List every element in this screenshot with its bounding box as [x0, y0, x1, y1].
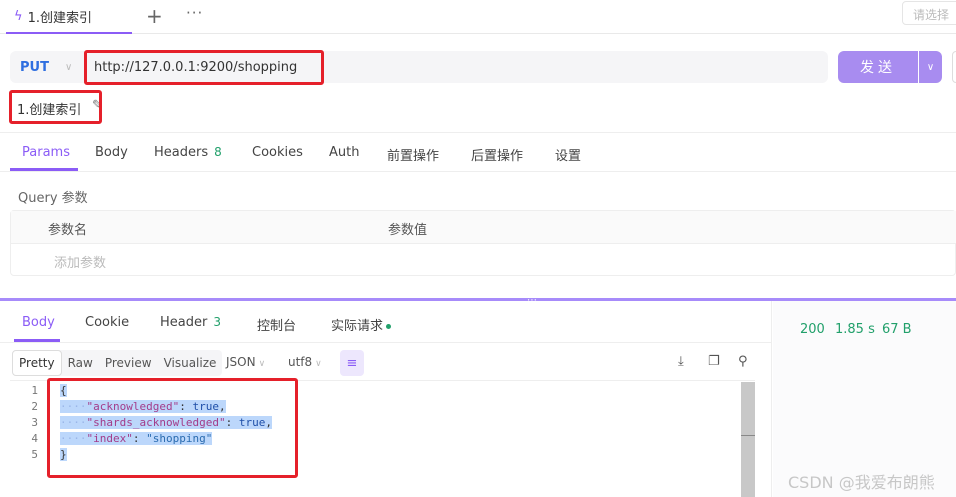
bolt-icon: ϟ — [14, 8, 23, 24]
watermark: CSDN @我爱布朗熊 — [788, 473, 935, 492]
resp-tab-header-label: Header — [160, 315, 208, 330]
format-select[interactable]: JSON ∨ — [226, 355, 265, 369]
line-number: 2 — [31, 400, 38, 413]
url-annotation-box — [84, 50, 324, 85]
chevron-down-icon: ∨ — [315, 359, 322, 369]
tab-create-index[interactable]: ϟ 1.创建索引 — [6, 0, 132, 34]
query-section-label: Query 参数 — [18, 191, 88, 206]
resp-tab-cookie[interactable]: Cookie — [85, 315, 129, 330]
resp-tabs-divider — [0, 342, 772, 343]
line-number: 3 — [31, 416, 38, 429]
tab-params[interactable]: Params — [22, 145, 70, 160]
name-annotation-box — [9, 90, 102, 124]
resp-tab-console[interactable]: 控制台 — [257, 315, 296, 334]
request-tabs: Params Body Headers 8 Cookies Auth 前置操作 后… — [0, 132, 956, 172]
tab-headers[interactable]: Headers 8 — [154, 145, 222, 160]
wrap-lines-icon[interactable]: ≡ — [340, 350, 364, 376]
line-number: 4 — [31, 432, 38, 445]
query-table-header — [11, 211, 956, 244]
send-dropdown-icon[interactable]: ∨ — [919, 51, 942, 83]
tab-headers-label: Headers — [154, 145, 209, 160]
encoding-value: utf8 — [288, 355, 313, 369]
tab-cookies[interactable]: Cookies — [252, 145, 303, 160]
response-time: 1.85 s — [835, 322, 875, 337]
line-number: 1 — [31, 384, 38, 397]
line-number: 5 — [31, 448, 38, 461]
view-visualize-button[interactable]: Visualize — [158, 350, 223, 376]
copy-icon[interactable]: ❐ — [708, 354, 720, 369]
method-label: PUT — [20, 59, 49, 75]
chevron-down-icon: ∨ — [64, 61, 73, 73]
column-param-value: 参数值 — [388, 223, 428, 238]
code-annotation-box — [47, 378, 298, 478]
environment-select[interactable]: 请选择 — [902, 1, 956, 25]
scrollbar-marker — [741, 435, 755, 436]
send-button[interactable]: 发送 — [838, 51, 918, 83]
add-tab-icon[interactable]: + — [146, 4, 163, 28]
editor-scrollbar[interactable] — [741, 382, 755, 497]
status-dot-icon — [386, 324, 392, 329]
resp-tab-body[interactable]: Body — [22, 315, 55, 330]
tab-body[interactable]: Body — [95, 145, 128, 160]
chevron-down-icon: ∨ — [258, 359, 266, 369]
download-icon[interactable]: ⤓ — [678, 354, 684, 369]
search-icon[interactable]: ⚲ — [738, 354, 748, 369]
status-code: 200 — [800, 322, 825, 337]
method-select[interactable]: PUT ∨ — [10, 51, 80, 83]
resp-header-count-badge: 3 — [213, 315, 221, 329]
resp-tab-actual-request[interactable]: 实际请求 — [331, 315, 392, 334]
response-size: 67 B — [882, 322, 912, 337]
format-value: JSON — [226, 355, 256, 369]
tab-label: 1.创建索引 — [27, 10, 92, 26]
view-mode-group: Pretty Raw Preview Visualize — [12, 350, 223, 376]
view-raw-button[interactable]: Raw — [62, 350, 99, 376]
tab-bar: ϟ 1.创建索引 + ··· 请选择 — [0, 0, 956, 34]
more-icon[interactable]: ··· — [186, 4, 203, 22]
query-params-table — [10, 210, 956, 276]
tab-pre-request[interactable]: 前置操作 — [387, 145, 439, 164]
resp-tab-actual-label: 实际请求 — [331, 319, 384, 334]
encoding-select[interactable]: utf8 ∨ — [288, 355, 322, 369]
add-param-input[interactable]: 添加参数 — [54, 252, 106, 271]
tab-settings[interactable]: 设置 — [555, 145, 581, 164]
tab-post-request[interactable]: 后置操作 — [471, 145, 523, 164]
view-pretty-button[interactable]: Pretty — [12, 350, 62, 376]
column-param-name: 参数名 — [48, 223, 88, 238]
resp-tab-header[interactable]: Header 3 — [160, 315, 221, 330]
tab-auth[interactable]: Auth — [329, 145, 359, 160]
view-preview-button[interactable]: Preview — [99, 350, 158, 376]
active-tab-indicator — [10, 168, 78, 171]
headers-count-badge: 8 — [214, 145, 222, 159]
side-button[interactable] — [952, 51, 956, 83]
